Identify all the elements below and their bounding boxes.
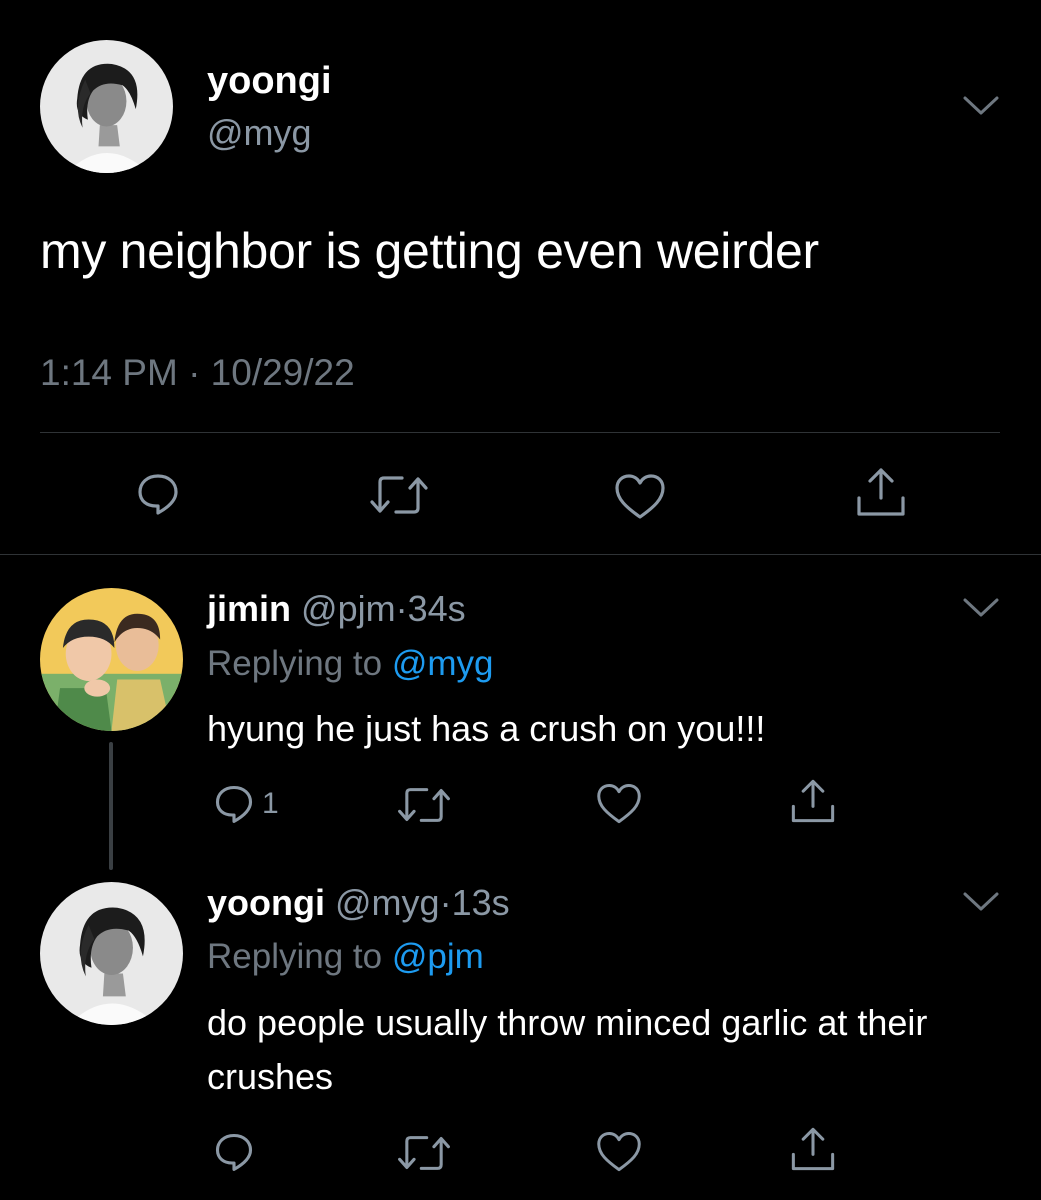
reply-header: jimin @pjm·34s (207, 588, 466, 630)
thread-connector (109, 742, 113, 870)
replying-to-mention[interactable]: @myg (392, 644, 494, 683)
meta-separator: · (439, 882, 452, 923)
chevron-down-icon[interactable] (962, 596, 1000, 620)
meta-separator: · (395, 588, 408, 629)
reply-author-name[interactable]: jimin (207, 588, 291, 629)
reply-count: 1 (262, 787, 279, 820)
replying-to-label: Replying to (207, 644, 392, 683)
divider (40, 432, 1000, 433)
replying-to-mention[interactable]: @pjm (392, 937, 484, 976)
share-icon[interactable] (788, 1124, 838, 1174)
section-divider (0, 554, 1041, 555)
reply-icon[interactable] (212, 1130, 256, 1174)
avatar-yoongi[interactable] (40, 882, 183, 1025)
heart-icon[interactable] (594, 1130, 644, 1174)
share-icon[interactable] (853, 464, 909, 520)
reply-text: hyung he just has a crush on you!!! (207, 708, 766, 749)
retweet-icon[interactable] (396, 784, 452, 826)
chevron-down-icon[interactable] (962, 94, 1000, 118)
author-name[interactable]: yoongi (207, 60, 332, 103)
reply-time: 13s (451, 882, 510, 923)
retweet-icon[interactable] (368, 472, 430, 518)
replying-to: Replying to @myg (207, 644, 493, 684)
heart-icon[interactable] (594, 782, 644, 826)
avatar-yoongi[interactable] (40, 40, 173, 173)
author-handle[interactable]: @myg (207, 112, 312, 154)
tweet-text: my neighbor is getting even weirder (40, 223, 819, 279)
replying-to: Replying to @pjm (207, 937, 484, 977)
avatar-jimin[interactable] (40, 588, 183, 731)
chevron-down-icon[interactable] (962, 890, 1000, 914)
reply-author-name[interactable]: yoongi (207, 882, 325, 923)
reply-author-handle[interactable]: @pjm (301, 588, 396, 629)
share-icon[interactable] (788, 776, 838, 826)
reply-icon[interactable] (134, 470, 182, 518)
replying-to-label: Replying to (207, 937, 392, 976)
retweet-icon[interactable] (396, 1132, 452, 1174)
reply-text: do people usually throw minced garlic at… (207, 1002, 928, 1097)
reply-author-handle[interactable]: @myg (335, 882, 440, 923)
tweet-timestamp: 1:14 PM · 10/29/22 (40, 352, 355, 393)
reply-time: 34s (407, 588, 466, 629)
reply-header: yoongi @myg·13s (207, 882, 510, 924)
reply-icon[interactable] (212, 782, 256, 826)
heart-icon[interactable] (612, 472, 668, 522)
